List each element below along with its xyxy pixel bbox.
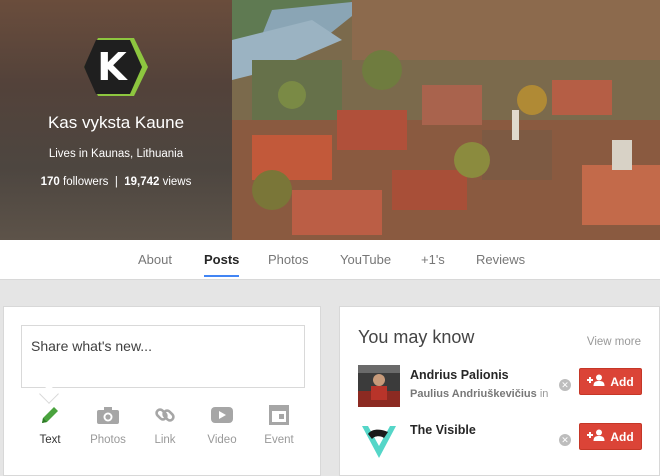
profile-name: Kas vyksta Kaune <box>47 113 185 132</box>
tab-posts[interactable]: Posts <box>204 240 240 280</box>
mutual-suffix: in co <box>539 388 550 400</box>
share-video-label: Video <box>207 434 237 446</box>
suggested-person: Andrius Palionis Paulius Andriuškevičius… <box>358 365 658 407</box>
you-may-know-title: You may know <box>358 327 475 347</box>
tab-plus-ones[interactable]: +1's <box>421 240 445 280</box>
share-video-button[interactable]: Video <box>192 402 252 446</box>
profile-location: Lives in Kaunas, Lithuania <box>48 148 184 160</box>
profile-tabbar: About Posts Photos YouTube +1's Reviews <box>0 240 660 280</box>
tab-reviews[interactable]: Reviews <box>476 240 525 280</box>
share-event-button[interactable]: Event <box>249 402 309 446</box>
cover-photo[interactable] <box>232 0 660 240</box>
you-may-know-card: You may know View more Andrius Palionis … <box>339 306 660 476</box>
share-text-button[interactable]: Text <box>20 402 80 446</box>
pencil-icon <box>20 402 80 428</box>
cover-banner: K Kas vyksta Kaune Lives in Kaunas, Lith… <box>0 0 660 240</box>
share-actions: Text Photos Link Video Event <box>4 402 322 462</box>
youtube-icon <box>192 402 252 428</box>
views-count: 19,742 <box>124 176 160 188</box>
person-mutual: Paulius Andriuškevičius in co <box>410 388 550 400</box>
mutual-name: Paulius Andriuškevičius <box>410 388 537 400</box>
stats-separator: | <box>114 176 118 188</box>
svg-text:K: K <box>97 45 128 89</box>
avatar[interactable] <box>358 365 400 407</box>
camera-icon <box>78 402 138 428</box>
tab-about[interactable]: About <box>138 240 172 280</box>
add-label: Add <box>610 374 634 389</box>
share-photos-label: Photos <box>90 434 126 446</box>
add-person-button[interactable]: Add <box>579 368 642 395</box>
avatar[interactable] <box>358 420 400 462</box>
dismiss-icon[interactable]: ✕ <box>559 434 571 446</box>
link-icon <box>135 402 195 428</box>
profile-stats: 170 followers | 19,742 views <box>0 176 232 188</box>
profile-panel: K Kas vyksta Kaune Lives in Kaunas, Lith… <box>0 0 232 240</box>
share-text-label: Text <box>39 434 61 446</box>
share-link-button[interactable]: Link <box>135 402 195 446</box>
share-input[interactable]: Share what's new... <box>21 325 305 388</box>
add-label: Add <box>610 429 634 444</box>
dismiss-icon[interactable]: ✕ <box>559 379 571 391</box>
add-person-icon <box>587 429 605 444</box>
add-person-icon <box>587 374 605 389</box>
add-person-button[interactable]: Add <box>579 423 642 450</box>
person-name[interactable]: The Visible <box>410 423 476 437</box>
share-event-label: Event <box>264 434 294 446</box>
followers-count[interactable]: 170 <box>41 176 60 188</box>
views-label: views <box>162 176 192 188</box>
share-photos-button[interactable]: Photos <box>78 402 138 446</box>
tab-youtube[interactable]: YouTube <box>340 240 391 280</box>
calendar-icon <box>249 402 309 428</box>
followers-label[interactable]: followers <box>63 176 108 188</box>
tab-photos[interactable]: Photos <box>268 240 308 280</box>
view-more-link[interactable]: View more <box>587 336 641 348</box>
suggested-person: The Visible ✕ Add <box>358 420 658 462</box>
person-name[interactable]: Andrius Palionis <box>410 368 509 382</box>
share-link-label: Link <box>154 434 176 446</box>
profile-logo[interactable]: K <box>84 38 148 96</box>
share-card: Share what's new... Text Photos Link Vid… <box>3 306 321 476</box>
